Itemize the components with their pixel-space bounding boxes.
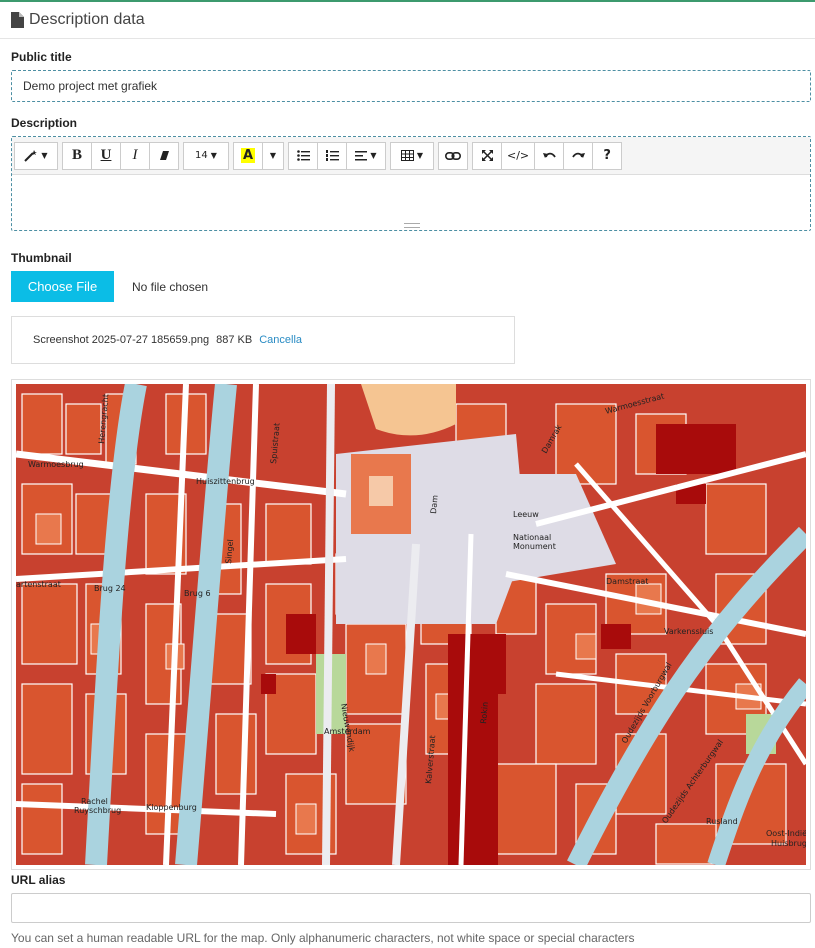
underline-button[interactable]: U	[91, 141, 121, 170]
magic-wand-icon	[24, 149, 38, 162]
fullscreen-button[interactable]	[472, 141, 502, 170]
highlight-color-button[interactable]: A	[233, 141, 263, 170]
undo-icon	[542, 152, 556, 158]
description-label: Description	[11, 116, 78, 130]
bullet-list-button[interactable]	[288, 141, 318, 170]
table-icon	[400, 150, 414, 161]
file-name: Screenshot 2025-07-27 185659.png	[33, 334, 210, 346]
svg-text:Huisbrug: Huisbrug	[771, 839, 806, 848]
italic-button[interactable]: I	[120, 141, 150, 170]
url-alias-help: You can set a human readable URL for the…	[11, 931, 635, 945]
bold-button[interactable]: B	[62, 141, 92, 170]
color-dropdown-button[interactable]: ▼	[262, 141, 284, 170]
file-size: 887 KB	[216, 334, 253, 346]
url-alias-input[interactable]	[11, 893, 811, 923]
svg-text:Brug 24: Brug 24	[94, 584, 126, 593]
align-dropdown[interactable]: ▼	[346, 141, 386, 170]
svg-text:Warmoesbrug: Warmoesbrug	[28, 460, 84, 469]
help-button[interactable]: ?	[592, 141, 623, 170]
svg-text:Oost-Indië: Oost-Indië	[766, 829, 806, 838]
svg-text:Dam: Dam	[429, 494, 440, 514]
numbered-list-button[interactable]	[317, 141, 347, 170]
numbered-list-icon	[325, 150, 339, 161]
svg-text:Leeuw: Leeuw	[513, 510, 539, 519]
highlight-icon: A	[240, 148, 256, 163]
uploaded-file-card: Screenshot 2025-07-27 185659.png 887 KB …	[11, 316, 515, 364]
svg-text:Huiszittenbrug: Huiszittenbrug	[196, 477, 255, 486]
svg-text:Damstraat: Damstraat	[606, 577, 648, 586]
redo-button[interactable]	[563, 141, 594, 170]
svg-text:Rachel: Rachel	[81, 797, 108, 806]
svg-text:Varkenssluis: Varkenssluis	[664, 627, 713, 636]
svg-text:Brug 6: Brug 6	[184, 589, 211, 598]
link-button[interactable]	[438, 141, 468, 170]
map-preview-image: Warmoesbrug Huiszittenbrug artenstraat B…	[16, 384, 806, 865]
eraser-button[interactable]	[149, 141, 179, 170]
eraser-icon	[159, 151, 169, 160]
svg-text:Rusland: Rusland	[706, 817, 738, 826]
table-dropdown[interactable]: ▼	[390, 141, 434, 170]
svg-text:artenstraat: artenstraat	[16, 580, 61, 589]
url-alias-label: URL alias	[11, 873, 66, 887]
code-view-button[interactable]: </>	[501, 141, 536, 170]
cancel-upload-link[interactable]: Cancella	[259, 334, 302, 346]
choose-file-button[interactable]: Choose File	[11, 271, 114, 302]
public-title-label: Public title	[11, 50, 72, 64]
bullet-list-icon	[296, 150, 310, 161]
font-size-value: 14	[195, 150, 208, 161]
align-icon	[355, 150, 368, 160]
file-icon	[11, 12, 24, 28]
undo-button[interactable]	[534, 141, 565, 170]
editor-content-area[interactable]	[12, 175, 810, 220]
svg-text:Rokin: Rokin	[479, 701, 490, 724]
font-size-dropdown[interactable]: 14 ▼	[183, 141, 229, 170]
section-title: Description data	[29, 11, 145, 28]
fullscreen-icon	[481, 150, 493, 161]
svg-text:Nationaal: Nationaal	[513, 533, 551, 542]
thumbnail-preview: Warmoesbrug Huiszittenbrug artenstraat B…	[11, 379, 811, 870]
public-title-input[interactable]	[11, 70, 811, 102]
redo-icon	[571, 152, 585, 158]
svg-text:Kloppenburg: Kloppenburg	[146, 803, 197, 812]
magic-wand-button[interactable]: ▼	[14, 141, 58, 170]
editor-toolbar: ▼ B U I 14 ▼ A ▼ ▼ ▼ </> ?	[12, 137, 810, 175]
editor-resize-handle[interactable]	[404, 223, 420, 228]
svg-text:Ruyschbrug: Ruyschbrug	[74, 806, 121, 815]
thumbnail-label: Thumbnail	[11, 251, 72, 265]
section-header: Description data	[0, 2, 815, 39]
svg-text:Monument: Monument	[513, 542, 556, 551]
file-status-text: No file chosen	[132, 280, 209, 294]
link-icon	[445, 151, 461, 160]
description-editor: ▼ B U I 14 ▼ A ▼ ▼ ▼ </> ?	[11, 136, 811, 231]
